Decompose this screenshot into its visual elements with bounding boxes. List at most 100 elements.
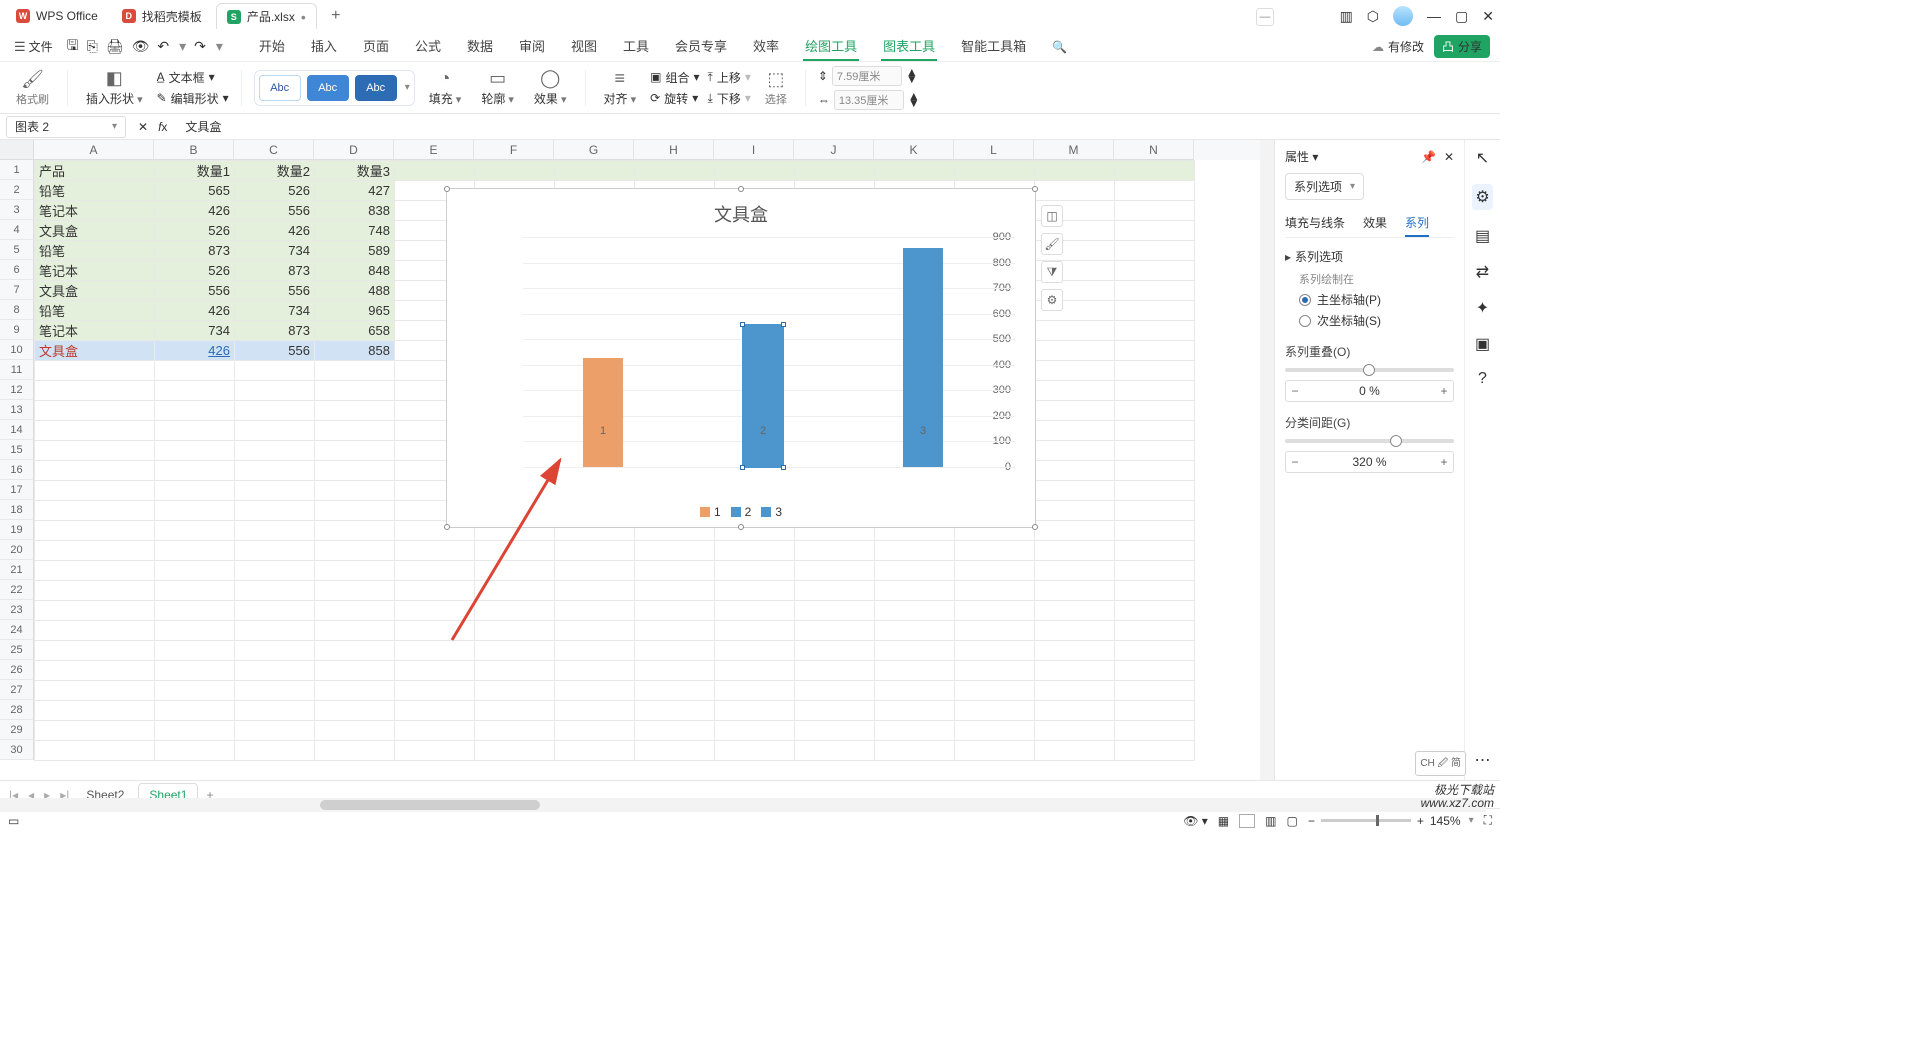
zoom-value[interactable]: 145%: [1430, 814, 1461, 828]
tab-templates[interactable]: D找稻壳模板: [112, 3, 212, 29]
cell[interactable]: [635, 161, 715, 181]
hamburger-button[interactable]: ☰ 文件: [10, 35, 57, 58]
cell[interactable]: [395, 741, 475, 761]
row-header[interactable]: 18: [0, 500, 34, 520]
row-header[interactable]: 5: [0, 240, 34, 260]
col-header[interactable]: E: [394, 140, 474, 160]
cell[interactable]: [235, 361, 315, 381]
cell[interactable]: [155, 441, 235, 461]
cell[interactable]: [1115, 581, 1195, 601]
cell[interactable]: 526: [155, 221, 235, 241]
cell[interactable]: [1115, 241, 1195, 261]
cell[interactable]: 笔记本: [35, 201, 155, 221]
save-icon[interactable]: 🖫: [67, 35, 79, 59]
cell[interactable]: [235, 461, 315, 481]
cell[interactable]: 笔记本: [35, 321, 155, 341]
overlap-slider[interactable]: [1285, 368, 1454, 372]
col-header[interactable]: K: [874, 140, 954, 160]
cell[interactable]: [555, 161, 635, 181]
cell[interactable]: [235, 401, 315, 421]
cell[interactable]: [35, 581, 155, 601]
radio-secondary-axis[interactable]: 次坐标轴(S): [1299, 312, 1454, 329]
row-header[interactable]: 4: [0, 220, 34, 240]
cell[interactable]: [955, 721, 1035, 741]
gallery-more-icon[interactable]: ▾: [405, 82, 410, 93]
cell[interactable]: [795, 161, 875, 181]
prop-tab[interactable]: 填充与线条: [1285, 210, 1345, 237]
cell[interactable]: [235, 521, 315, 541]
row-header[interactable]: 13: [0, 400, 34, 420]
cell[interactable]: [1115, 221, 1195, 241]
settings-icon[interactable]: ⚙: [1472, 184, 1492, 210]
app-menu-icon[interactable]: ▥: [1340, 8, 1353, 25]
cell[interactable]: [635, 561, 715, 581]
spinner[interactable]: ▲▼: [906, 69, 918, 83]
cell[interactable]: [1115, 641, 1195, 661]
cell[interactable]: [715, 601, 795, 621]
cell[interactable]: 838: [315, 201, 395, 221]
chart-style-button[interactable]: 🖌: [1041, 233, 1063, 255]
cell[interactable]: [555, 701, 635, 721]
chart-title[interactable]: 文具盒: [447, 201, 1035, 227]
preview-icon[interactable]: 👁: [132, 38, 150, 55]
cell[interactable]: 965: [315, 301, 395, 321]
cell[interactable]: [1035, 181, 1115, 201]
chart-bar[interactable]: [583, 358, 623, 467]
cell[interactable]: [315, 561, 395, 581]
cell[interactable]: [315, 701, 395, 721]
cell[interactable]: [475, 741, 555, 761]
cell[interactable]: [315, 441, 395, 461]
edit-shape-button[interactable]: ✎ 编辑形状 ▾: [157, 90, 229, 107]
zoom-slider[interactable]: [1321, 819, 1411, 822]
menu-开始[interactable]: 开始: [257, 32, 287, 61]
cell[interactable]: [315, 481, 395, 501]
cell[interactable]: [395, 161, 475, 181]
cell[interactable]: [1115, 561, 1195, 581]
cell[interactable]: [395, 541, 475, 561]
increment-button[interactable]: +: [1435, 384, 1453, 398]
cell[interactable]: [155, 621, 235, 641]
cell[interactable]: [1035, 601, 1115, 621]
cell[interactable]: [1035, 581, 1115, 601]
link-icon[interactable]: ⇄: [1476, 262, 1489, 282]
col-header[interactable]: I: [714, 140, 794, 160]
gap-slider[interactable]: [1285, 439, 1454, 443]
tab-wps[interactable]: WWPS Office: [6, 3, 108, 29]
cell[interactable]: [315, 641, 395, 661]
menu-效率[interactable]: 效率: [751, 32, 781, 61]
cell[interactable]: [475, 541, 555, 561]
cell[interactable]: [315, 621, 395, 641]
cell[interactable]: [715, 541, 795, 561]
col-header[interactable]: A: [34, 140, 154, 160]
cell[interactable]: [235, 641, 315, 661]
cell[interactable]: [475, 161, 555, 181]
col-header[interactable]: F: [474, 140, 554, 160]
cell[interactable]: [875, 161, 955, 181]
cell[interactable]: [315, 521, 395, 541]
cell[interactable]: 873: [235, 321, 315, 341]
cell[interactable]: [875, 541, 955, 561]
style-preset-1[interactable]: Abc: [259, 75, 301, 101]
cell[interactable]: [1115, 461, 1195, 481]
cell[interactable]: 427: [315, 181, 395, 201]
cell[interactable]: [1115, 661, 1195, 681]
cell[interactable]: [875, 601, 955, 621]
cell[interactable]: [155, 741, 235, 761]
cell[interactable]: [315, 461, 395, 481]
modified-indicator[interactable]: ☁ 有修改: [1372, 38, 1424, 55]
cell[interactable]: [555, 621, 635, 641]
row-header[interactable]: 7: [0, 280, 34, 300]
cell[interactable]: [715, 681, 795, 701]
menu-工具[interactable]: 工具: [621, 32, 651, 61]
cell[interactable]: [715, 561, 795, 581]
cell[interactable]: [1115, 721, 1195, 741]
cell[interactable]: [315, 581, 395, 601]
cell[interactable]: [315, 601, 395, 621]
cell[interactable]: [875, 581, 955, 601]
col-header[interactable]: N: [1114, 140, 1194, 160]
series-dropdown[interactable]: 系列选项 ▾: [1285, 173, 1364, 200]
cell[interactable]: [475, 701, 555, 721]
increment-button[interactable]: +: [1435, 455, 1453, 469]
cell[interactable]: [235, 741, 315, 761]
cell[interactable]: [1115, 421, 1195, 441]
